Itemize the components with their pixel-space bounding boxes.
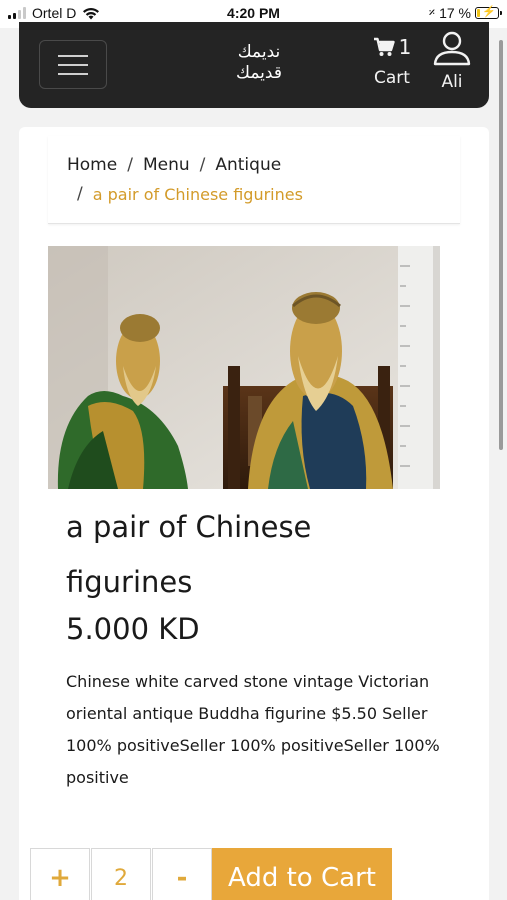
- cart-link[interactable]: 1 Cart: [362, 34, 422, 88]
- cart-count: 1: [398, 35, 412, 59]
- headphones-icon: 𝄎: [428, 5, 436, 20]
- breadcrumb-menu[interactable]: Menu: [143, 151, 190, 180]
- product-image: [48, 246, 440, 489]
- breadcrumb-home[interactable]: Home: [67, 151, 117, 180]
- breadcrumb-separator: /: [199, 155, 206, 175]
- cart-label: Cart: [374, 68, 410, 88]
- quantity-decrease-button[interactable]: -: [152, 848, 212, 900]
- logo-line-2: قديمك: [236, 63, 282, 83]
- menu-button[interactable]: [39, 40, 107, 89]
- breadcrumb-current: a pair of Chinese figurines: [92, 185, 303, 204]
- battery-percent: 17 %: [439, 5, 471, 21]
- logo[interactable]: نديمك قديمك: [224, 42, 294, 84]
- menu-icon-bar: [58, 63, 88, 66]
- breadcrumb-separator: /: [127, 155, 133, 175]
- quantity-increase-button[interactable]: +: [30, 848, 90, 900]
- battery-fill: [477, 9, 480, 17]
- top-header: نديمك قديمك 1 Cart Ali: [19, 22, 489, 108]
- menu-icon-bar: [58, 54, 88, 57]
- status-right: 𝄎 17 % ⚡: [428, 5, 502, 21]
- breadcrumb-separator: /: [77, 184, 83, 204]
- product-title: a pair of Chinese figurines: [66, 510, 312, 599]
- breadcrumb: Home / Menu / Antique / a pair of Chines…: [48, 136, 460, 224]
- quantity-value[interactable]: 2: [91, 848, 151, 900]
- breadcrumb-antique[interactable]: Antique: [215, 151, 281, 180]
- product-description: Chinese white carved stone vintage Victo…: [66, 672, 440, 787]
- product-price: 5.000 KD: [66, 612, 200, 646]
- charging-icon: ⚡: [482, 6, 496, 18]
- add-to-cart-button[interactable]: Add to Cart: [212, 848, 392, 900]
- battery-icon: ⚡: [475, 6, 502, 19]
- scrollbar[interactable]: [499, 40, 503, 450]
- logo-line-1: نديمك: [237, 42, 281, 62]
- menu-icon-bar: [58, 72, 88, 75]
- user-name: Ali: [441, 72, 463, 92]
- user-icon: [433, 31, 471, 66]
- user-account-link[interactable]: Ali: [424, 30, 480, 92]
- cart-icon: [373, 37, 395, 56]
